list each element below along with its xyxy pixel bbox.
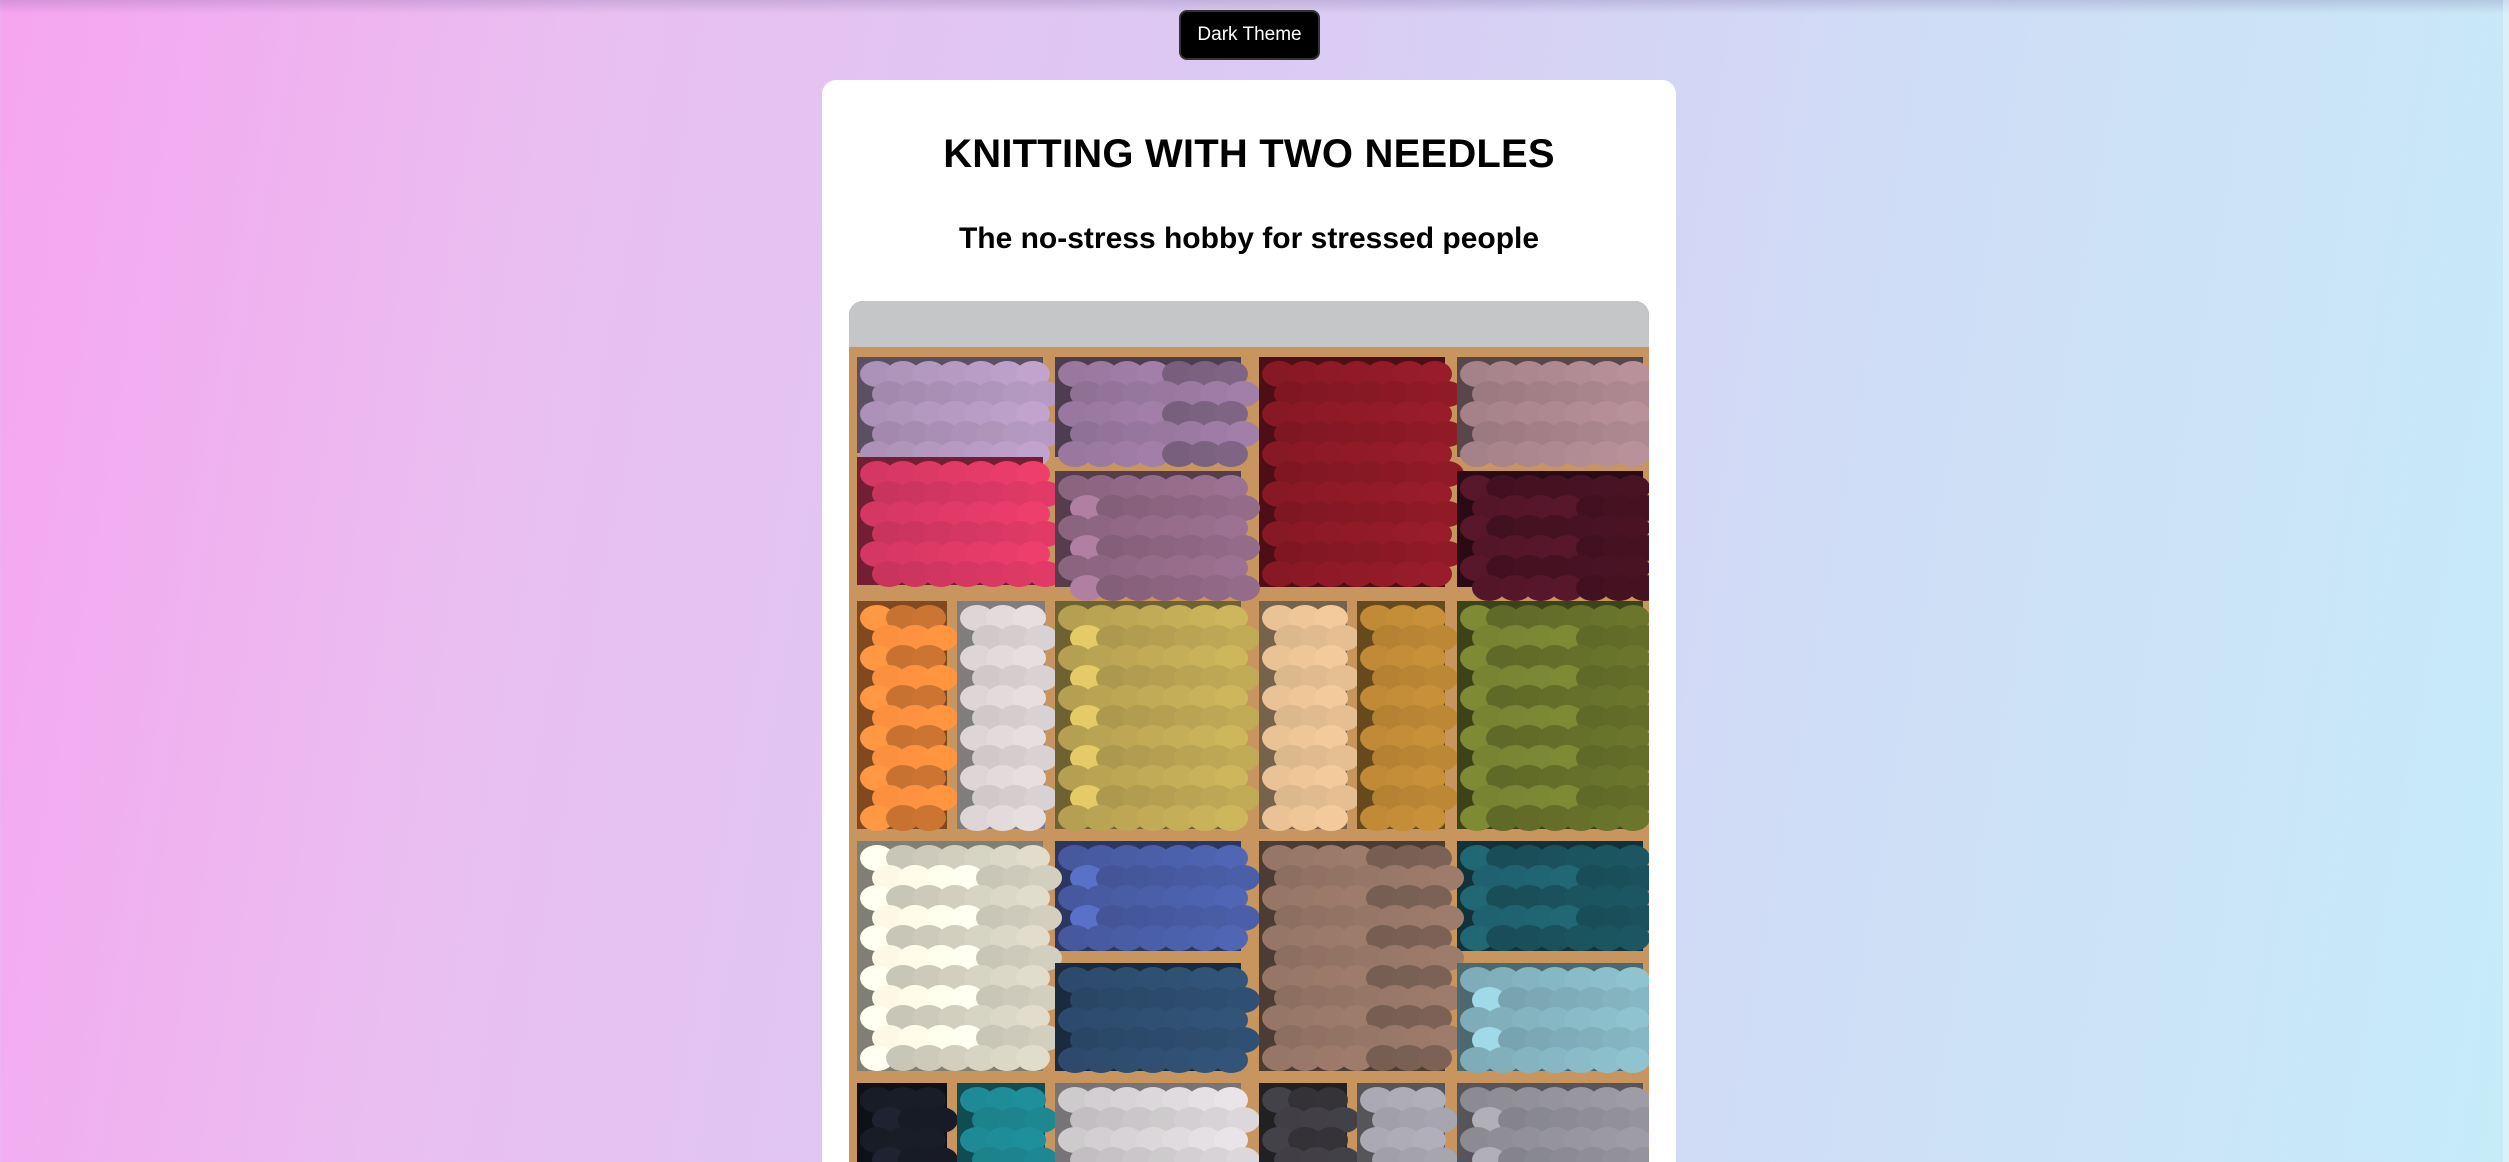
- yarn-skein: [1226, 575, 1260, 601]
- page-title: KNITTING WITH TWO NEEDLES: [943, 132, 1555, 176]
- content-card: KNITTING WITH TWO NEEDLES The no-stress …: [822, 80, 1676, 1162]
- yarn-skein: [1418, 561, 1452, 587]
- dark-theme-button[interactable]: Dark Theme: [1179, 10, 1320, 60]
- yarn-shelves-photo: [849, 301, 1649, 1162]
- yarn-skein: [1616, 805, 1649, 831]
- yarn-skein: [1214, 805, 1248, 831]
- yarn-skein: [1214, 1047, 1248, 1073]
- yarn-skein: [1214, 441, 1248, 467]
- yarn-skein: [1314, 805, 1348, 831]
- yarn-skein: [1418, 1045, 1452, 1071]
- yarn-skein: [1016, 1045, 1050, 1071]
- yarn-skein: [1616, 441, 1649, 467]
- page-subtitle: The no-stress hobby for stressed people: [958, 222, 1540, 255]
- yarn-skein: [1012, 805, 1046, 831]
- window-scrollbar[interactable]: [2503, 0, 2509, 1162]
- yarn-skein: [1412, 805, 1446, 831]
- yarn-skein: [1616, 925, 1649, 951]
- yarn-skein: [912, 805, 946, 831]
- yarn-skein: [1616, 1047, 1649, 1073]
- yarn-skein: [1214, 925, 1248, 951]
- yarn-shelves-illustration: [849, 301, 1649, 1162]
- wall: [849, 301, 1649, 347]
